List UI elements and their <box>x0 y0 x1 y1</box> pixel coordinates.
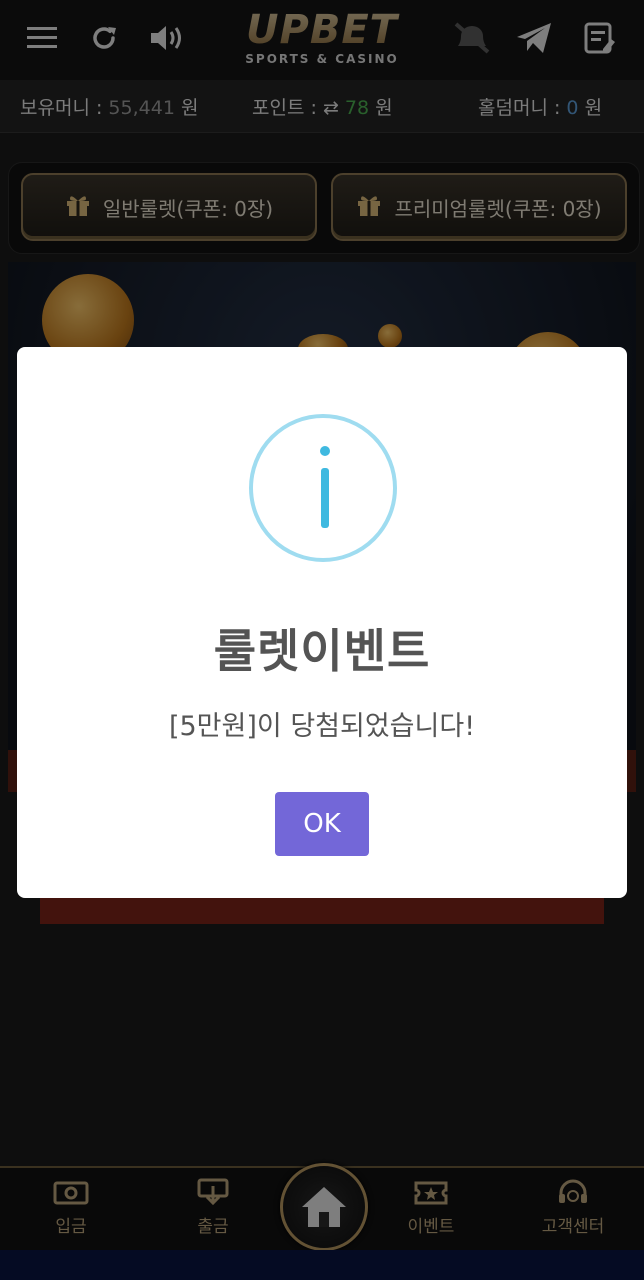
dialog-message: [5만원]이 당첨되었습니다! <box>168 711 476 742</box>
ok-button[interactable]: OK <box>275 792 369 856</box>
event-dialog: 룰렛이벤트 [5만원]이 당첨되었습니다! OK <box>17 347 627 898</box>
info-icon <box>249 414 397 562</box>
dialog-title: 룰렛이벤트 <box>213 624 431 678</box>
